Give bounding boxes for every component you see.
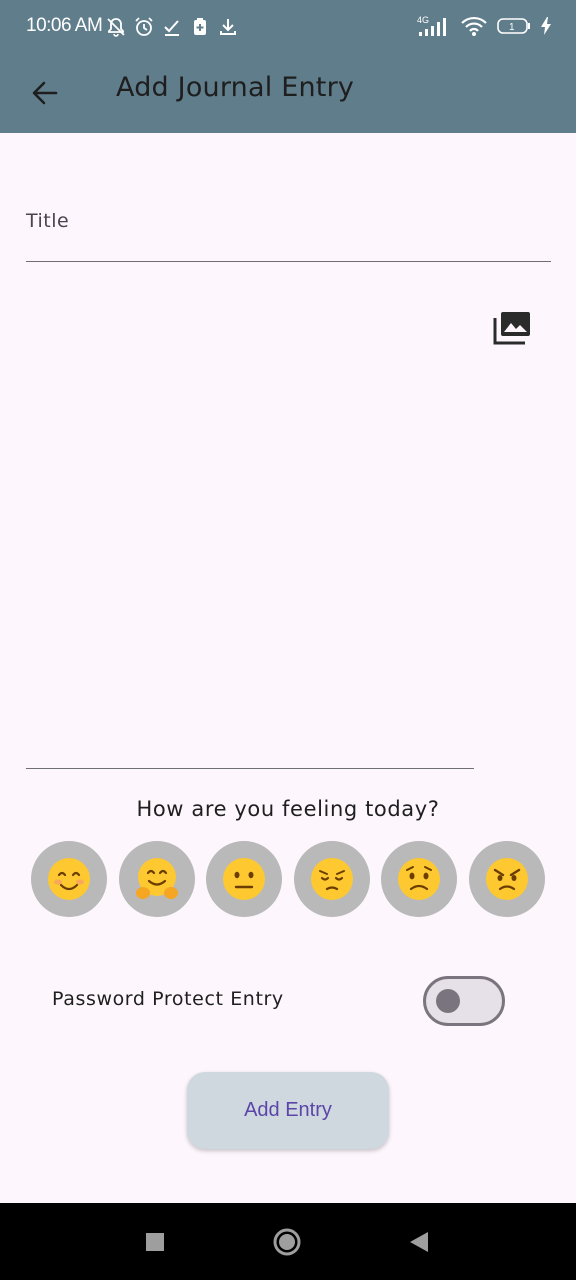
recents-button[interactable] [140, 1227, 170, 1257]
mood-pensive-button[interactable] [293, 841, 370, 917]
svg-text:1: 1 [509, 22, 515, 33]
sim-icon [194, 18, 206, 35]
status-bar: 10:06 AM 4G 1 [0, 0, 576, 56]
smiling-face-icon [48, 858, 90, 900]
wifi-icon [461, 16, 487, 36]
charging-icon [541, 17, 551, 35]
page-title: Add Journal Entry [116, 72, 355, 103]
password-protect-label: Password Protect Entry [52, 988, 284, 1010]
mood-neutral-button[interactable] [206, 841, 282, 917]
photo-library-icon [493, 312, 530, 345]
hugging-face-icon [135, 858, 178, 899]
mood-prompt: How are you feeling today? [136, 797, 440, 821]
status-icons-right: 4G 1 [417, 14, 552, 38]
body-input[interactable] [26, 290, 474, 769]
signal-4g-icon: 4G [417, 15, 446, 36]
battery-icon: 1 [497, 18, 530, 34]
nav-back-button[interactable] [404, 1227, 434, 1257]
add-entry-button[interactable]: Add Entry [187, 1072, 389, 1149]
back-button[interactable] [20, 68, 70, 118]
app-bar: Add Journal Entry [0, 56, 576, 133]
mute-bell-icon [107, 18, 125, 37]
home-button[interactable] [272, 1227, 302, 1257]
mood-hugging-button[interactable] [118, 841, 195, 917]
svg-text:4G: 4G [417, 15, 429, 25]
title-input[interactable]: Title [26, 190, 551, 262]
arrow-back-icon [32, 81, 58, 105]
system-nav-bar [0, 1203, 576, 1280]
mood-angry-button[interactable] [468, 841, 545, 917]
check-icon [164, 20, 179, 36]
alarm-icon [135, 17, 153, 36]
mood-worried-button[interactable] [381, 841, 457, 917]
angry-face-icon [485, 858, 528, 900]
status-icons-left [106, 16, 238, 38]
back-icon [410, 1232, 428, 1252]
app-header: 10:06 AM 4G 1 Add Journal Entry [0, 0, 576, 133]
home-icon [273, 1228, 301, 1256]
password-protect-toggle[interactable] [423, 976, 505, 1026]
worried-face-icon [398, 858, 440, 900]
mood-happy-button[interactable] [31, 841, 107, 917]
title-label: Title [26, 210, 70, 232]
download-icon [220, 19, 236, 35]
toggle-knob [436, 989, 460, 1013]
gallery-button[interactable] [486, 302, 538, 354]
mood-selector [31, 841, 545, 917]
recents-icon [146, 1233, 164, 1251]
pensive-face-icon [310, 858, 353, 900]
status-time: 10:06 AM [26, 15, 103, 36]
neutral-face-icon [223, 858, 265, 900]
